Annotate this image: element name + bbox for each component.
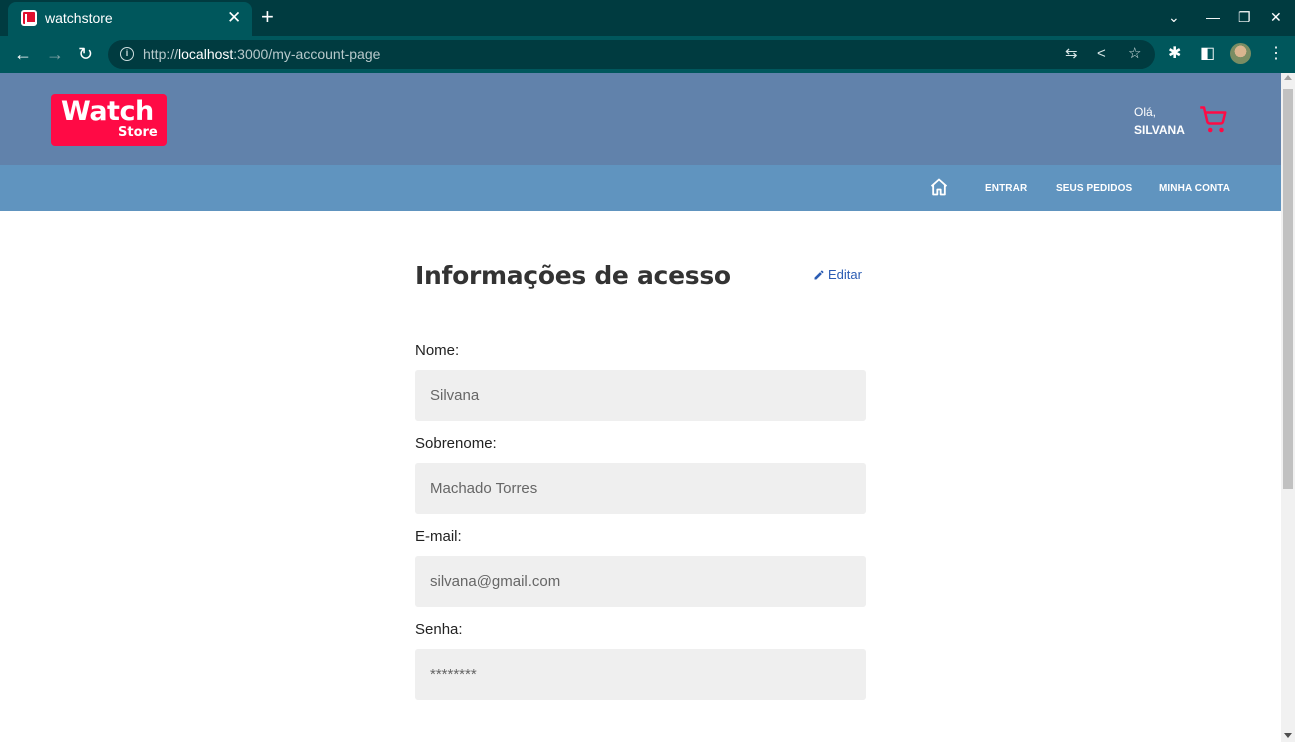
sobrenome-label: Sobrenome: [415,435,497,452]
browser-menu-icon[interactable]: ⋮ [1268,45,1284,63]
site-header: Watch Store Olá, SILVANA [0,73,1281,165]
home-icon[interactable] [929,177,949,197]
maximize-button[interactable]: ❐ [1238,8,1251,26]
logo-watch-text: Watch [61,96,154,127]
tab-close-icon[interactable]: ✕ [227,8,241,28]
reload-icon[interactable]: ↻ [78,44,93,64]
share-icon[interactable]: < [1097,45,1106,63]
scroll-up-arrow-icon[interactable] [1284,75,1292,80]
logo-store-text: Store [118,125,158,140]
nav-link-entrar[interactable]: ENTRAR [985,183,1027,194]
close-window-button[interactable]: ✕ [1270,8,1282,26]
cart-icon[interactable] [1199,105,1229,135]
user-greeting: Olá, SILVANA [1134,103,1185,139]
scroll-down-arrow-icon[interactable] [1284,733,1292,738]
url-text: http://localhost:3000/my-account-page [143,46,381,62]
email-field[interactable]: silvana@gmail.com [415,556,866,607]
profile-avatar[interactable] [1230,43,1251,64]
side-panel-icon[interactable]: ◧ [1200,45,1215,63]
nome-label: Nome: [415,342,460,359]
page-title: Informações de acesso [415,261,731,290]
browser-tab-bar: watchstore ✕ + ⌄ — ❐ ✕ [0,0,1295,36]
email-label: E-mail: [415,528,462,545]
greeting-text: Olá, [1134,105,1157,119]
translate-icon[interactable]: ⇆ [1065,45,1078,63]
senha-field[interactable]: ******** [415,649,866,700]
sobrenome-field[interactable]: Machado Torres [415,463,866,514]
address-bar[interactable]: i http://localhost:3000/my-account-page … [108,40,1155,69]
browser-toolbar: ← → ↻ i http://localhost:3000/my-account… [0,36,1295,73]
nav-link-minha-conta[interactable]: MINHA CONTA [1159,183,1230,194]
forward-arrow-icon[interactable]: → [46,44,64,64]
tab-search-icon[interactable]: ⌄ [1168,8,1180,26]
pencil-icon [814,270,824,279]
extensions-puzzle-icon[interactable]: ✱ [1168,45,1181,63]
watchstore-logo[interactable]: Watch Store [51,94,167,146]
edit-label: Editar [828,267,862,282]
nome-field[interactable]: Silvana [415,370,866,421]
nav-link-seus-pedidos[interactable]: SEUS PEDIDOS [1056,183,1132,194]
back-arrow-icon[interactable]: ← [14,44,32,64]
user-name: SILVANA [1134,123,1185,137]
senha-label: Senha: [415,621,463,638]
browser-tab[interactable]: watchstore ✕ [8,2,252,36]
site-info-icon[interactable]: i [120,47,134,61]
new-tab-button[interactable]: + [261,5,274,29]
scrollbar-thumb[interactable] [1283,89,1293,489]
edit-button[interactable]: Editar [813,267,862,282]
tab-title: watchstore [45,10,113,26]
minimize-button[interactable]: — [1206,8,1220,26]
page-viewport: Watch Store Olá, SILVANA ENTRAR SEUS PED… [0,73,1281,742]
favicon-icon [21,10,37,26]
bookmark-star-icon[interactable]: ☆ [1128,45,1141,63]
page-scrollbar[interactable] [1281,73,1295,742]
